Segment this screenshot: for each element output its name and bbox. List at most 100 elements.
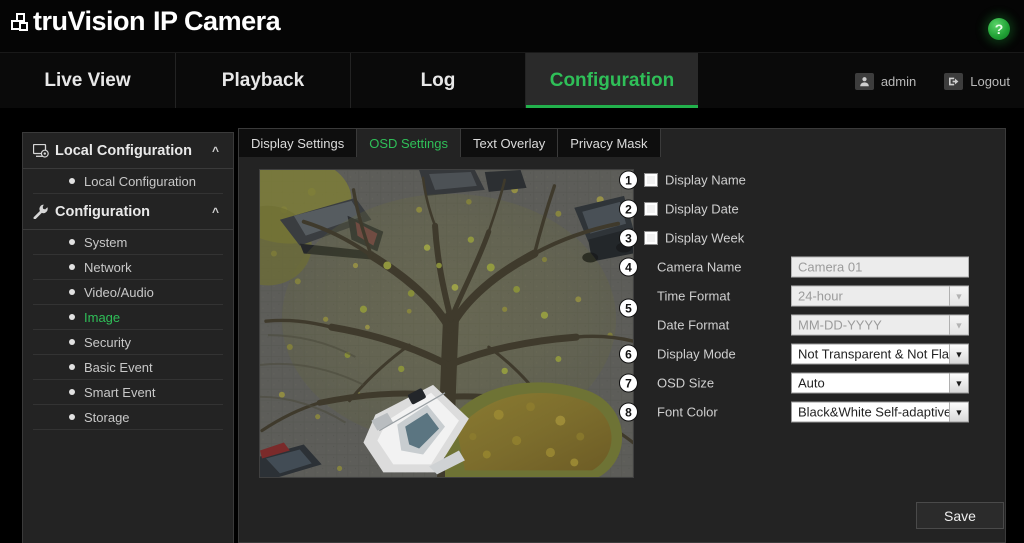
sidebar-item-system[interactable]: System (33, 230, 223, 255)
chevron-down-icon[interactable]: ▼ (949, 373, 968, 393)
sidebar-item-label: Local Configuration (84, 173, 197, 189)
username-label: admin (880, 73, 917, 89)
sidebar-item-storage[interactable]: Storage (33, 405, 223, 430)
form-row-osd-size: 7 OSD Size Auto ▼ (619, 372, 991, 394)
nav-tab-playback[interactable]: Playback (176, 53, 351, 109)
page-body: Local Configuration ^ Local Configuratio… (0, 108, 1024, 543)
time-format-label: Time Format (657, 288, 731, 304)
osd-settings-form: 1 Display Name 2 Display Date 3 Display … (619, 169, 991, 469)
bullet-icon (69, 339, 75, 345)
sidebar-group-label: Local Configuration (55, 142, 192, 159)
callout-3: 3 (619, 228, 638, 248)
truvision-ip-camera-window: truVision IP Camera ? Live View Playback … (0, 0, 1024, 543)
preview-scene (260, 170, 633, 477)
osd-size-value: Auto (798, 375, 825, 391)
content-panel: Display Settings OSD Settings Text Overl… (238, 128, 1006, 543)
time-format-select[interactable]: 24-hour ▼ (791, 285, 969, 307)
sidebar-group-local-configuration[interactable]: Local Configuration ^ (23, 133, 233, 169)
logout-label[interactable]: Logout (970, 74, 1010, 89)
nav-tab-live-view[interactable]: Live View (0, 53, 176, 109)
tab-text-overlay[interactable]: Text Overlay (460, 129, 559, 157)
chevron-up-icon[interactable]: ^ (212, 144, 219, 158)
osd-size-select[interactable]: Auto ▼ (791, 372, 969, 394)
display-mode-value: Not Transparent & Not Flas (798, 346, 949, 362)
display-mode-select[interactable]: Not Transparent & Not Flas ▼ (791, 343, 969, 365)
tab-display-settings[interactable]: Display Settings (239, 129, 358, 157)
callout-4: 4 (619, 257, 638, 277)
camera-live-preview[interactable] (259, 169, 634, 478)
display-week-label: Display Week (665, 230, 745, 246)
display-mode-label: Display Mode (657, 346, 736, 362)
chevron-down-icon[interactable]: ▼ (949, 344, 968, 364)
nav-tab-log[interactable]: Log (351, 53, 526, 109)
bullet-icon (69, 414, 75, 420)
display-week-checkbox[interactable] (644, 231, 658, 245)
bullet-icon (69, 264, 75, 270)
sidebar-item-label: Image (84, 309, 121, 325)
nav-tab-configuration[interactable]: Configuration (526, 53, 698, 109)
chevron-down-icon[interactable]: ▼ (949, 286, 968, 306)
tab-privacy-mask[interactable]: Privacy Mask (558, 129, 661, 157)
callout-8: 8 (619, 402, 638, 422)
bullet-icon (69, 364, 75, 370)
bullet-icon (69, 389, 75, 395)
font-color-value: Black&White Self-adaptive (798, 404, 949, 420)
sidebar-item-security[interactable]: Security (33, 330, 223, 355)
form-row-display-date: 2 Display Date (619, 198, 991, 220)
app-header: truVision IP Camera ? (0, 0, 1024, 52)
chevron-up-icon[interactable]: ^ (212, 205, 219, 219)
logout-arrow-icon[interactable] (944, 72, 964, 90)
stacked-squares-logo-icon (10, 12, 32, 36)
callout-1: 1 (619, 170, 638, 190)
brand-text: truVision IP Camera (33, 6, 281, 36)
sidebar-item-label: Basic Event (84, 359, 153, 375)
sidebar-item-label: Security (84, 334, 131, 350)
user-session-area: admin Logout (854, 53, 1010, 109)
display-name-checkbox[interactable] (644, 173, 658, 187)
bullet-icon (69, 178, 75, 184)
callout-5: 5 (619, 298, 638, 318)
settings-tab-bar: Display Settings OSD Settings Text Overl… (239, 129, 1005, 157)
date-format-label: Date Format (657, 317, 730, 333)
sidebar-item-local-configuration[interactable]: Local Configuration (33, 169, 223, 194)
callout-2: 2 (619, 199, 638, 219)
callout-7: 7 (619, 373, 638, 393)
sidebar-item-basic-event[interactable]: Basic Event (33, 355, 223, 380)
date-format-value: MM-DD-YYYY (798, 317, 882, 333)
sidebar-group-configuration[interactable]: Configuration ^ (23, 194, 233, 230)
callout-6: 6 (619, 344, 638, 364)
help-question-icon[interactable]: ? (988, 18, 1010, 40)
osd-settings-panel: 1 Display Name 2 Display Date 3 Display … (239, 157, 1005, 543)
time-format-value: 24-hour (798, 288, 843, 304)
sidebar-item-label: Network (84, 259, 132, 275)
chevron-down-icon[interactable]: ▼ (949, 402, 968, 422)
form-row-display-week: 3 Display Week (619, 227, 991, 249)
osd-size-label: OSD Size (657, 375, 715, 391)
sidebar-item-network[interactable]: Network (33, 255, 223, 280)
font-color-select[interactable]: Black&White Self-adaptive ▼ (791, 401, 969, 423)
sidebar-group-label: Configuration (55, 203, 151, 220)
sidebar-item-label: Storage (84, 409, 130, 425)
font-color-label: Font Color (657, 404, 718, 420)
user-avatar-icon (854, 72, 874, 90)
tab-osd-settings[interactable]: OSD Settings (357, 129, 461, 157)
date-format-select[interactable]: MM-DD-YYYY ▼ (791, 314, 969, 336)
sidebar-item-image[interactable]: Image (33, 305, 223, 330)
display-date-label: Display Date (665, 201, 739, 217)
camera-name-label: Camera Name (657, 259, 742, 275)
monitor-gear-icon (33, 143, 55, 158)
chevron-down-icon[interactable]: ▼ (949, 315, 968, 335)
display-date-checkbox[interactable] (644, 202, 658, 216)
bullet-icon (69, 239, 75, 245)
save-button[interactable]: Save (916, 502, 1004, 529)
main-navigation: Live View Playback Log Configuration adm… (0, 52, 1024, 109)
sidebar-item-smart-event[interactable]: Smart Event (33, 380, 223, 405)
sidebar-item-video-audio[interactable]: Video/Audio (33, 280, 223, 305)
camera-name-value: Camera 01 (798, 259, 863, 275)
bullet-icon (69, 314, 75, 320)
bullet-icon (69, 289, 75, 295)
sidebar-item-label: Video/Audio (84, 284, 154, 300)
sidebar-menu: Local Configuration ^ Local Configuratio… (22, 132, 234, 543)
sidebar-item-label: System (84, 234, 128, 250)
camera-name-input[interactable]: Camera 01 (791, 256, 969, 278)
